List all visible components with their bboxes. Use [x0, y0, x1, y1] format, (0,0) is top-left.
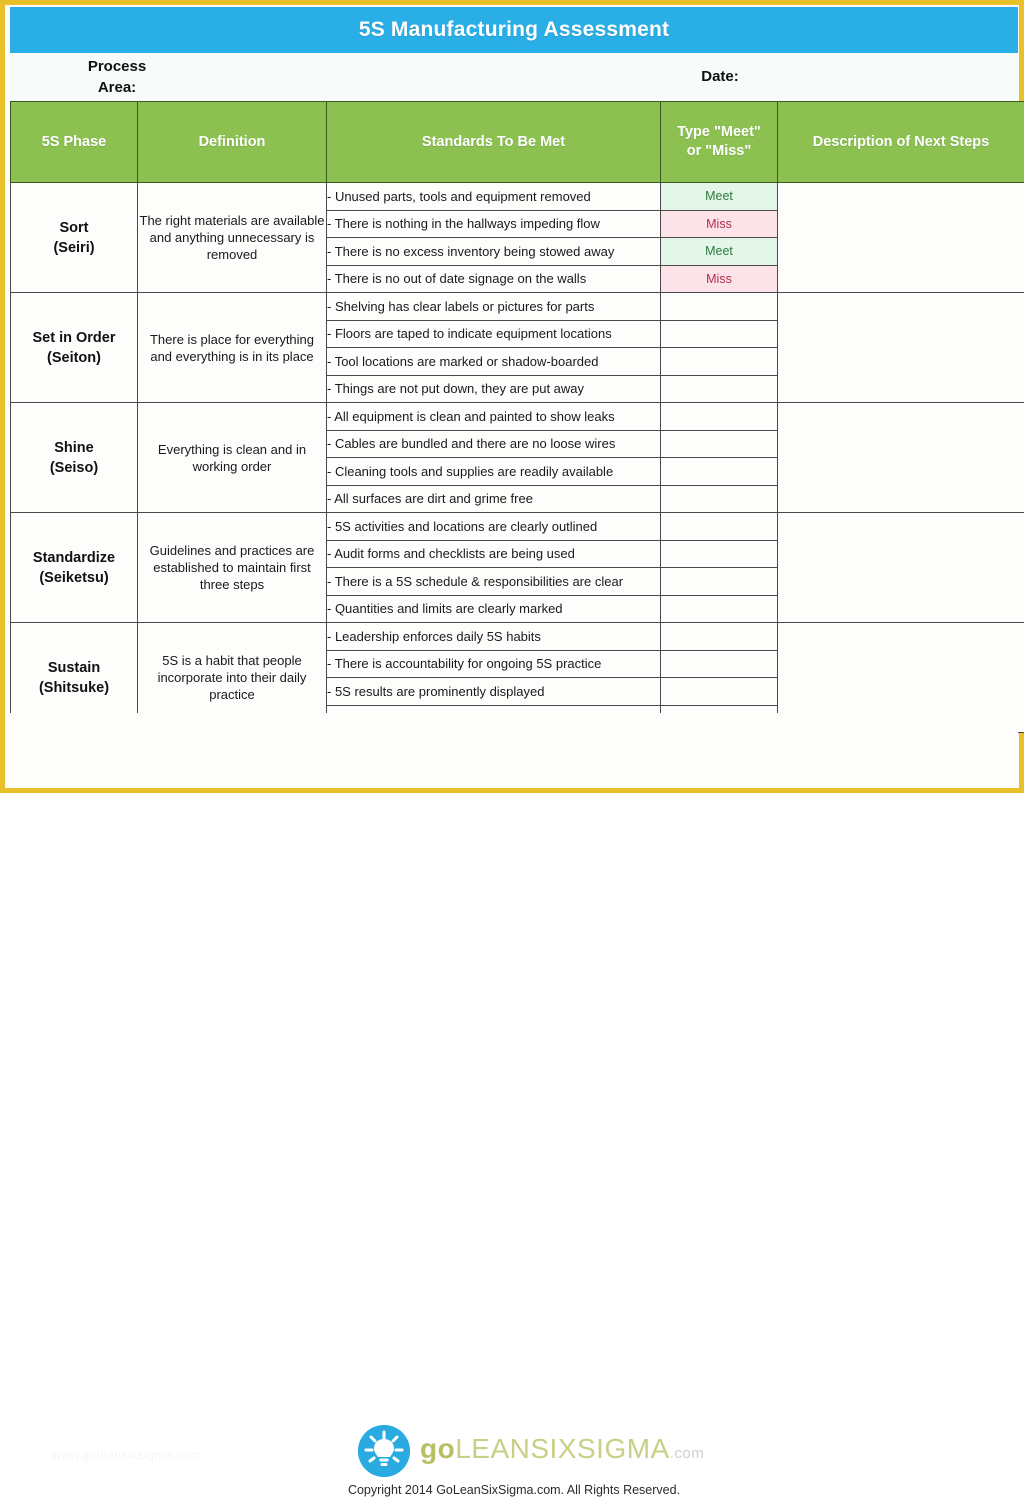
standard-cell: - There is nothing in the hallways imped…	[327, 210, 661, 238]
logo-go-text: go	[420, 1433, 455, 1464]
date-label: Date:	[630, 68, 810, 85]
process-area-label-line2: Area:	[32, 77, 202, 98]
standard-cell: - There is accountability for ongoing 5S…	[327, 650, 661, 678]
table-header-row: 5S Phase Definition Standards To Be Met …	[11, 102, 1024, 183]
type-meet-miss-cell[interactable]	[661, 458, 778, 486]
phase-name: Shine	[11, 438, 137, 458]
phase-cell: Standardize(Seiketsu)	[11, 513, 138, 623]
table-row: Sort(Seiri)The right materials are avail…	[11, 183, 1024, 211]
type-meet-miss-cell[interactable]	[661, 348, 778, 376]
goleansixsigma-logo: goLEANSIXSIGMA.com	[358, 1425, 704, 1477]
title-bar: 5S Manufacturing Assessment	[10, 7, 1018, 53]
standard-cell: - Floors are taped to indicate equipment…	[327, 320, 661, 348]
table-row: Standardize(Seiketsu)Guidelines and prac…	[11, 513, 1024, 541]
column-header-phase: 5S Phase	[11, 102, 138, 183]
table-row: Sustain(Shitsuke)5S is a habit that peop…	[11, 623, 1024, 651]
type-meet-miss-cell[interactable]	[661, 485, 778, 513]
type-meet-miss-cell[interactable]: Miss	[661, 210, 778, 238]
phase-japanese-name: (Seiton)	[11, 348, 137, 368]
page-title: 5S Manufacturing Assessment	[359, 18, 669, 42]
definition-cell: There is place for everything and everyt…	[138, 293, 327, 403]
standard-cell: - Quantities and limits are clearly mark…	[327, 595, 661, 623]
phase-cell: Shine(Seiso)	[11, 403, 138, 513]
type-meet-miss-cell[interactable]	[661, 403, 778, 431]
phase-japanese-name: (Seiketsu)	[11, 568, 137, 588]
type-meet-miss-cell[interactable]	[661, 568, 778, 596]
standard-cell: - Audit forms and checklists are being u…	[327, 540, 661, 568]
type-meet-miss-cell[interactable]	[661, 595, 778, 623]
definition-cell: Everything is clean and in working order	[138, 403, 327, 513]
table-row: Shine(Seiso)Everything is clean and in w…	[11, 403, 1024, 431]
definition-cell: The right materials are available and an…	[138, 183, 327, 293]
type-meet-miss-cell[interactable]: Miss	[661, 265, 778, 293]
phase-cell: Sort(Seiri)	[11, 183, 138, 293]
standard-cell: - Cleaning tools and supplies are readil…	[327, 458, 661, 486]
standard-cell: - There is no out of date signage on the…	[327, 265, 661, 293]
footer: www.goleansixsigma.com	[10, 713, 1018, 788]
logo-wordmark: goLEANSIXSIGMA.com	[420, 1435, 704, 1468]
next-steps-cell[interactable]	[778, 403, 1024, 513]
standard-cell: - Tool locations are marked or shadow-bo…	[327, 348, 661, 376]
logo-com-text: .com	[670, 1445, 705, 1462]
standard-cell: - 5S activities and locations are clearl…	[327, 513, 661, 541]
next-steps-cell[interactable]	[778, 183, 1024, 293]
phase-name: Sustain	[11, 658, 137, 678]
phase-name: Standardize	[11, 548, 137, 568]
phase-japanese-name: (Shitsuke)	[11, 678, 137, 698]
definition-cell: Guidelines and practices are established…	[138, 513, 327, 623]
next-steps-cell[interactable]	[778, 293, 1024, 403]
standard-cell: - Things are not put down, they are put …	[327, 375, 661, 403]
type-meet-miss-cell[interactable]	[661, 650, 778, 678]
type-meet-miss-cell[interactable]	[661, 320, 778, 348]
lightbulb-icon	[358, 1425, 410, 1477]
phase-cell: Set in Order(Seiton)	[11, 293, 138, 403]
type-meet-miss-cell[interactable]: Meet	[661, 238, 778, 266]
standard-cell: - All equipment is clean and painted to …	[327, 403, 661, 431]
type-meet-miss-cell[interactable]	[661, 623, 778, 651]
standard-cell: - There is a 5S schedule & responsibilit…	[327, 568, 661, 596]
column-header-standards: Standards To Be Met	[327, 102, 661, 183]
standard-cell: - Cables are bundled and there are no lo…	[327, 430, 661, 458]
copyright-text: Copyright 2014 GoLeanSixSigma.com. All R…	[10, 1483, 1018, 1497]
table-row: Set in Order(Seiton)There is place for e…	[11, 293, 1024, 321]
process-area-label: Process Area:	[32, 56, 202, 98]
column-header-type-line1: Type "Meet"	[661, 123, 777, 142]
standard-cell: - Leadership enforces daily 5S habits	[327, 623, 661, 651]
standard-cell: - Unused parts, tools and equipment remo…	[327, 183, 661, 211]
assessment-page: 5S Manufacturing Assessment Process Area…	[0, 0, 1024, 793]
column-header-type: Type "Meet" or "Miss"	[661, 102, 778, 183]
column-header-definition: Definition	[138, 102, 327, 183]
table-body: Sort(Seiri)The right materials are avail…	[11, 183, 1024, 733]
type-meet-miss-cell[interactable]	[661, 375, 778, 403]
standard-cell: - There is no excess inventory being sto…	[327, 238, 661, 266]
type-meet-miss-cell[interactable]	[661, 430, 778, 458]
phase-japanese-name: (Seiso)	[11, 458, 137, 478]
column-header-next-steps: Description of Next Steps	[778, 102, 1024, 183]
type-meet-miss-cell[interactable]	[661, 678, 778, 706]
type-meet-miss-cell[interactable]	[661, 293, 778, 321]
logo-main-text: LEANSIXSIGMA	[455, 1433, 670, 1464]
next-steps-cell[interactable]	[778, 513, 1024, 623]
meta-row: Process Area: Date:	[10, 53, 1018, 101]
phase-name: Set in Order	[11, 328, 137, 348]
phase-japanese-name: (Seiri)	[11, 238, 137, 258]
standard-cell: - All surfaces are dirt and grime free	[327, 485, 661, 513]
column-header-type-line2: or "Miss"	[661, 142, 777, 161]
type-meet-miss-cell[interactable]: Meet	[661, 183, 778, 211]
phase-name: Sort	[11, 218, 137, 238]
type-meet-miss-cell[interactable]	[661, 513, 778, 541]
standard-cell: - 5S results are prominently displayed	[327, 678, 661, 706]
type-meet-miss-cell[interactable]	[661, 540, 778, 568]
process-area-label-line1: Process	[32, 56, 202, 77]
watermark-text: www.goleansixsigma.com	[52, 1448, 200, 1462]
assessment-table: 5S Phase Definition Standards To Be Met …	[10, 101, 1024, 733]
standard-cell: - Shelving has clear labels or pictures …	[327, 293, 661, 321]
